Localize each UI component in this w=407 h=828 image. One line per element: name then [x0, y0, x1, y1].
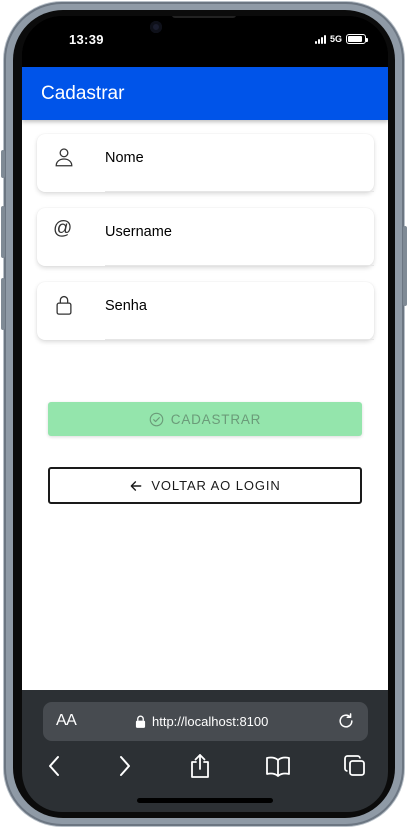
password-field-label: Senha [105, 298, 147, 314]
text-size-label: AA [56, 712, 77, 729]
checkmark-circle-icon [149, 412, 164, 426]
back-to-login-label: VOLTAR AO LOGIN [151, 478, 281, 493]
forward-button[interactable] [111, 752, 139, 780]
lock-icon [56, 295, 72, 315]
username-field[interactable]: @ Username [37, 208, 374, 266]
lock-icon [135, 715, 146, 728]
status-indicators: 5G [314, 34, 368, 44]
page-title: Cadastrar [41, 83, 125, 104]
back-to-login-button[interactable]: VOLTAR AO LOGIN [48, 467, 362, 504]
bookmarks-button[interactable] [264, 752, 292, 780]
battery-icon [346, 34, 368, 44]
register-button-label: CADASTRAR [170, 411, 262, 427]
bookmarks-icon [266, 756, 290, 777]
share-icon [191, 754, 209, 778]
register-button[interactable]: CADASTRAR [48, 402, 362, 436]
reload-icon[interactable] [336, 711, 356, 731]
register-form: Nome @ Username Senha CADASTRAR VOLTAR A… [22, 120, 388, 690]
signal-icon [314, 34, 326, 44]
tabs-button[interactable] [341, 752, 369, 780]
share-button[interactable] [186, 752, 214, 780]
phone-screen: 13:39 5G Cadastrar Nome @ Username Senha… [22, 16, 388, 812]
side-button-power [403, 226, 407, 306]
status-bar: 13:39 5G [22, 16, 388, 67]
name-field-label: Nome [105, 150, 144, 166]
url-display[interactable]: http://localhost:8100 [135, 714, 268, 729]
person-icon [55, 148, 73, 167]
forward-icon [120, 756, 130, 776]
side-button-volume-down [1, 278, 5, 330]
back-button[interactable] [40, 752, 68, 780]
battery-fill [348, 36, 363, 42]
at-icon: @ [53, 218, 73, 239]
username-field-label: Username [105, 224, 172, 240]
status-time: 13:39 [69, 32, 104, 47]
side-button-volume-up [1, 206, 5, 258]
network-label: 5G [329, 34, 342, 44]
name-field[interactable]: Nome [37, 134, 374, 192]
tabs-icon [344, 755, 365, 776]
text-size-button[interactable]: AA [56, 712, 77, 730]
url-text: http://localhost:8100 [152, 714, 269, 729]
field-divider [105, 339, 374, 340]
speaker-grille [172, 16, 236, 18]
home-indicator [137, 798, 273, 803]
password-field[interactable]: Senha [37, 282, 374, 340]
back-icon [49, 756, 59, 776]
front-camera [150, 21, 162, 33]
field-divider [105, 265, 374, 266]
app-header: Cadastrar [22, 67, 388, 120]
address-bar[interactable]: AA http://localhost:8100 [43, 702, 368, 741]
side-button-action [1, 150, 5, 178]
arrow-left-icon [130, 480, 142, 491]
browser-nav-row [22, 752, 388, 782]
browser-toolbar: AA http://localhost:8100 [22, 690, 388, 812]
field-divider [105, 191, 374, 192]
